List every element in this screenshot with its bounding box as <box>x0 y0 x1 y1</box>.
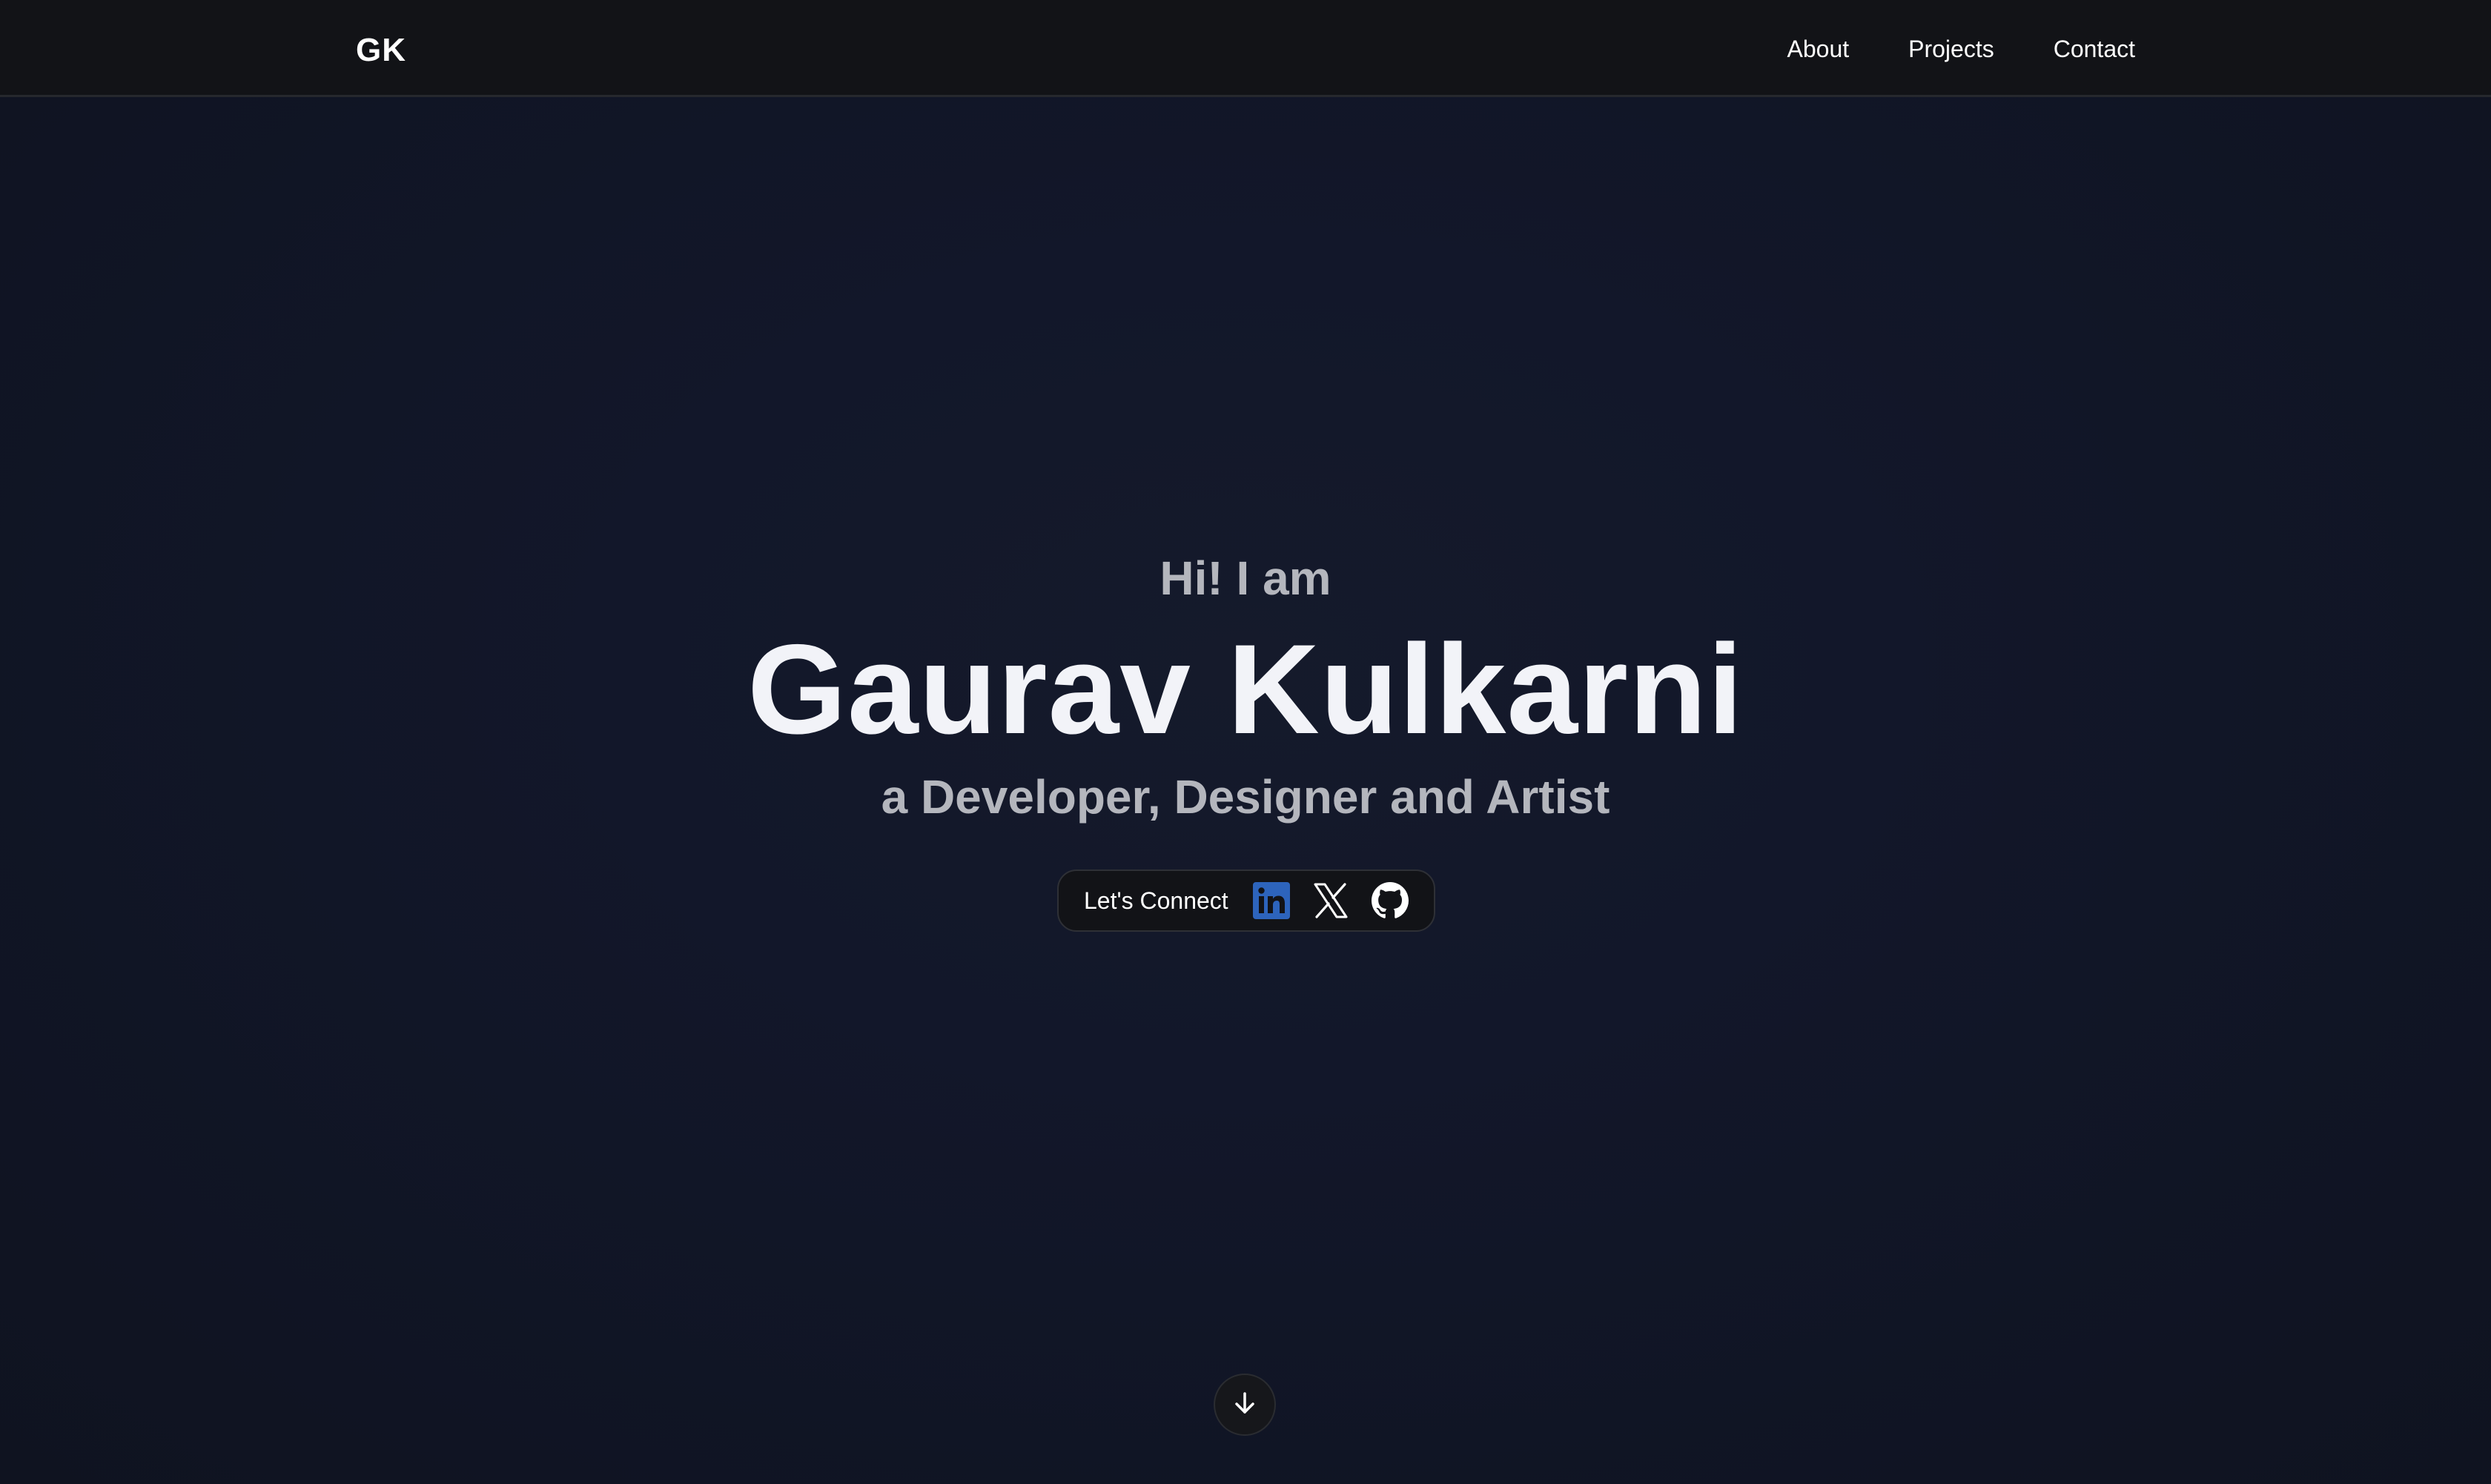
hero-greeting: Hi! I am <box>1160 551 1331 605</box>
connect-label: Let's Connect <box>1084 887 1228 914</box>
nav-link-about[interactable]: About <box>1787 33 1850 65</box>
scroll-down-button[interactable] <box>1214 1374 1276 1436</box>
top-navbar: GK About Projects Contact <box>0 0 2491 97</box>
x-icon[interactable] <box>1311 881 1350 920</box>
nav-links: About Projects Contact <box>1787 33 2136 65</box>
linkedin-icon[interactable] <box>1252 881 1291 920</box>
hero-name: Gaurav Kulkarni <box>747 618 1744 761</box>
connect-pill: Let's Connect <box>1057 869 1435 932</box>
arrow-down-icon <box>1230 1388 1260 1422</box>
hero-tagline: a Developer, Designer and Artist <box>881 770 1610 824</box>
nav-link-contact[interactable]: Contact <box>2054 33 2135 65</box>
nav-link-projects[interactable]: Projects <box>1908 33 1994 65</box>
logo-link[interactable]: GK <box>356 31 406 70</box>
github-icon[interactable] <box>1371 881 1409 920</box>
